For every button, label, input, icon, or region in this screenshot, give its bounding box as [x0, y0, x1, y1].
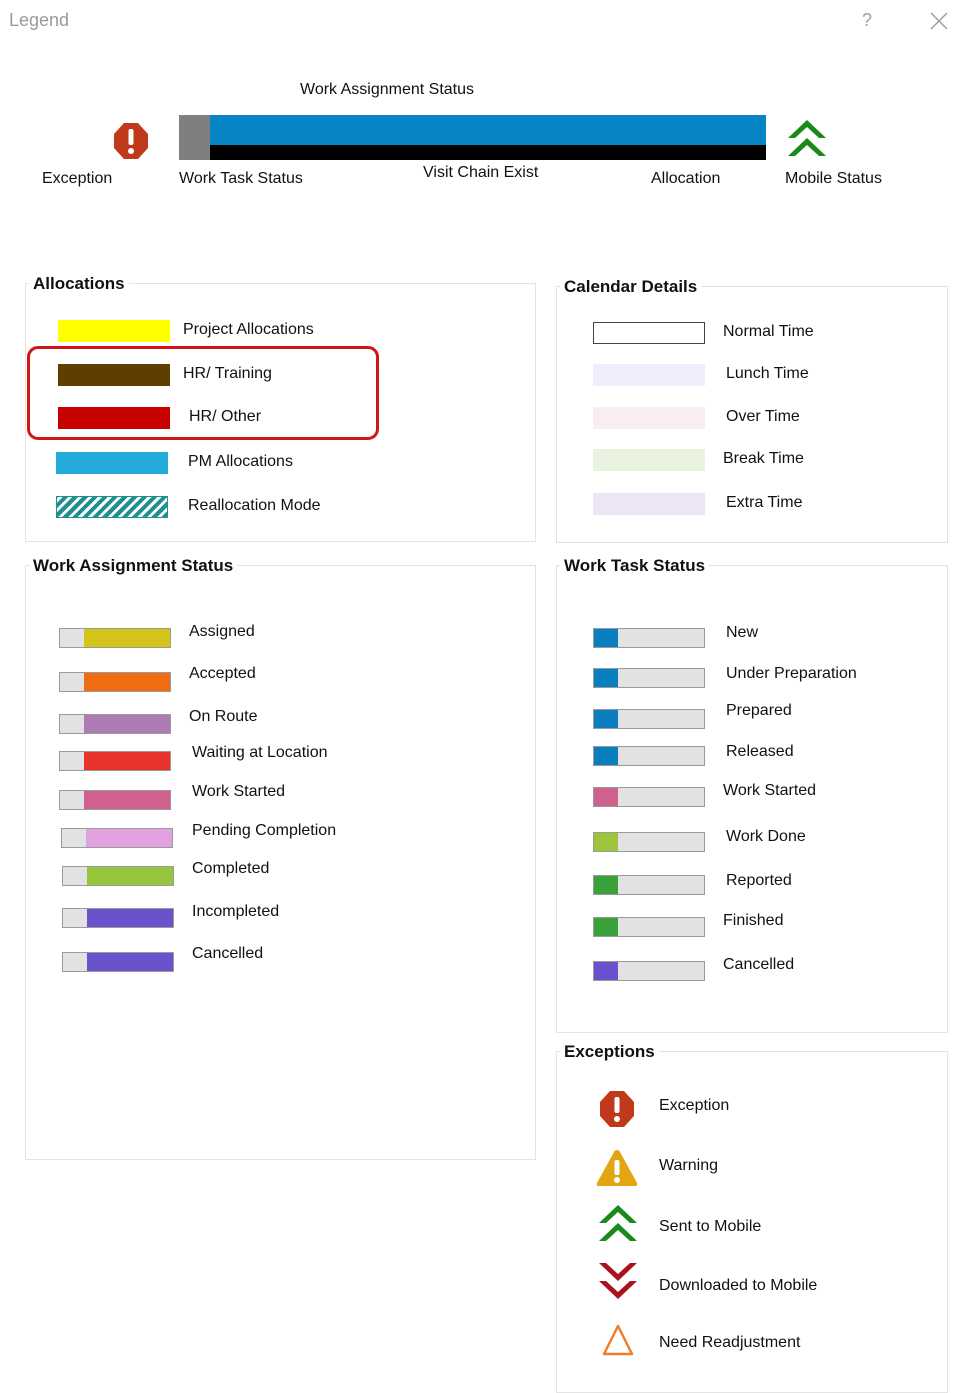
task-bar-reported — [593, 875, 705, 895]
assignment-label-pending: Pending Completion — [192, 822, 337, 839]
overview-exception-label: Exception — [42, 170, 113, 187]
assignment-label-completed: Completed — [192, 860, 270, 877]
work-assignment-title: Work Assignment Status — [29, 556, 238, 576]
assignment-bar-pending — [61, 828, 173, 848]
calendar-swatch-lunch — [593, 364, 705, 386]
calendar-label-lunch: Lunch Time — [726, 365, 809, 382]
assignment-bar-accepted — [59, 672, 171, 692]
assignment-bar-waiting — [59, 751, 171, 771]
window-title: Legend — [9, 10, 70, 30]
calendar-swatch-break — [593, 449, 705, 471]
work-task-status-block — [179, 115, 210, 160]
allocation-block — [210, 115, 766, 145]
sent-to-mobile-label: Sent to Mobile — [659, 1218, 762, 1235]
task-label-work-done: Work Done — [726, 828, 806, 845]
task-bar-cancelled — [593, 961, 705, 981]
assignment-label-work-started: Work Started — [192, 783, 286, 800]
assignment-bar-assigned — [59, 628, 171, 648]
allocations-title: Allocations — [29, 274, 129, 294]
calendar-swatch-extra — [593, 493, 705, 515]
need-readjustment-icon — [602, 1324, 634, 1356]
task-bar-work-done — [593, 832, 705, 852]
assignment-bar-on-route — [59, 714, 171, 734]
task-bar-finished — [593, 917, 705, 937]
assignment-label-incompleted: Incompleted — [192, 903, 280, 920]
overview-work-task-status-label: Work Task Status — [179, 170, 303, 187]
calendar-label-extra: Extra Time — [726, 494, 803, 511]
need-readjustment-label: Need Readjustment — [659, 1334, 801, 1351]
task-label-work-started: Work Started — [723, 782, 817, 799]
exception-icon — [600, 1091, 634, 1127]
calendar-swatch-normal — [593, 322, 705, 344]
allocation-label-project: Project Allocations — [183, 321, 314, 338]
task-bar-prepared — [593, 709, 705, 729]
warning-label: Warning — [659, 1157, 718, 1174]
assignment-bar-completed — [62, 866, 174, 886]
assignment-bar-incompleted — [62, 908, 174, 928]
calendar-swatch-over — [593, 407, 705, 429]
task-label-under-preparation: Under Preparation — [726, 665, 857, 682]
task-label-released: Released — [726, 743, 794, 760]
task-bar-new — [593, 628, 705, 648]
downloaded-to-mobile-label: Downloaded to Mobile — [659, 1277, 818, 1294]
assignment-bar-work-started — [59, 790, 171, 810]
task-label-finished: Finished — [723, 912, 784, 929]
calendar-label-break: Break Time — [723, 450, 804, 467]
task-bar-released — [593, 746, 705, 766]
exception-icon — [114, 123, 148, 159]
work-assignment-group — [25, 565, 536, 1160]
overview-mobile-status-label: Mobile Status — [785, 170, 882, 187]
task-label-reported: Reported — [726, 872, 792, 889]
calendar-label-over: Over Time — [726, 408, 800, 425]
mobile-status-icon — [788, 120, 826, 156]
overview-heading: Work Assignment Status — [300, 81, 474, 98]
task-label-cancelled: Cancelled — [723, 956, 795, 973]
calendar-label-normal: Normal Time — [723, 323, 814, 340]
calendar-title: Calendar Details — [560, 277, 702, 297]
visit-chain-block — [210, 145, 766, 160]
assignment-label-cancelled: Cancelled — [192, 945, 264, 962]
exception-label: Exception — [659, 1097, 730, 1114]
downloaded-to-mobile-icon — [599, 1263, 637, 1299]
highlight-annotation — [27, 346, 379, 440]
help-button[interactable]: ? — [862, 10, 872, 31]
overview-visit-chain-label: Visit Chain Exist — [423, 164, 539, 181]
assignment-label-waiting: Waiting at Location — [192, 744, 328, 761]
task-label-prepared: Prepared — [726, 702, 792, 719]
assignment-label-assigned: Assigned — [189, 623, 255, 640]
assignment-label-on-route: On Route — [189, 708, 258, 725]
allocation-swatch-pm — [56, 452, 168, 474]
allocation-swatch-project — [58, 320, 170, 342]
allocation-label-pm: PM Allocations — [188, 453, 293, 470]
task-bar-under-preparation — [593, 668, 705, 688]
allocation-label-reallocation: Reallocation Mode — [188, 497, 321, 514]
task-bar-work-started — [593, 787, 705, 807]
exceptions-title: Exceptions — [560, 1042, 659, 1062]
assignment-label-accepted: Accepted — [189, 665, 256, 682]
assignment-bar-cancelled — [62, 952, 174, 972]
close-icon[interactable] — [928, 10, 950, 32]
overview-allocation-label: Allocation — [651, 170, 721, 187]
allocation-swatch-reallocation — [56, 496, 168, 518]
sent-to-mobile-icon — [599, 1205, 637, 1241]
warning-icon — [596, 1150, 638, 1186]
task-label-new: New — [726, 624, 759, 641]
work-task-title: Work Task Status — [560, 556, 710, 576]
